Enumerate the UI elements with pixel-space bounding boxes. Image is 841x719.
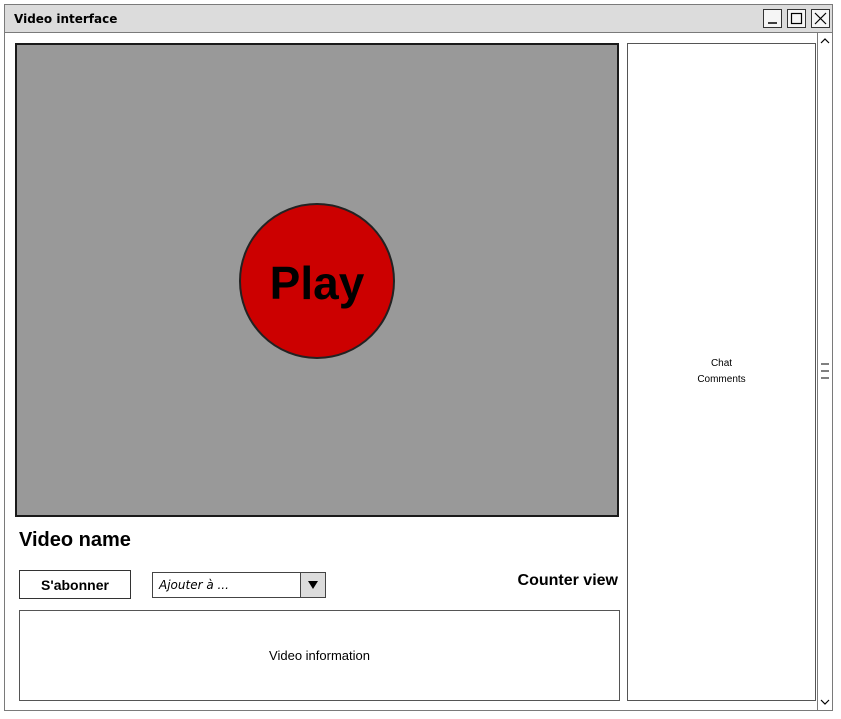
chat-comments-panel[interactable]: Chat Comments xyxy=(627,43,816,701)
maximize-icon xyxy=(790,12,803,25)
chevron-up-icon xyxy=(820,38,830,44)
subscribe-button[interactable]: S'abonner xyxy=(19,570,131,599)
maximize-button[interactable] xyxy=(787,9,806,28)
play-label: Play xyxy=(269,257,365,309)
scroll-up-button[interactable] xyxy=(818,35,832,47)
scroll-down-button[interactable] xyxy=(818,696,832,708)
app-window: Video interface Play Video name S'abonne… xyxy=(4,4,833,711)
close-icon xyxy=(814,12,827,25)
scrollbar-thumb[interactable] xyxy=(820,360,830,384)
chat-label: Chat xyxy=(710,358,733,369)
comments-label: Comments xyxy=(697,374,746,385)
add-to-dropdown[interactable]: Ajouter à ... xyxy=(152,572,326,598)
dropdown-arrow[interactable] xyxy=(300,573,325,597)
window-content: Play Video name S'abonner Ajouter à ... … xyxy=(5,33,832,710)
video-player[interactable]: Play xyxy=(15,43,619,517)
grip-lines-icon xyxy=(821,363,829,379)
chevron-down-icon xyxy=(820,699,830,705)
view-counter: Counter view xyxy=(517,572,618,589)
triangle-down-icon xyxy=(308,581,318,589)
video-title: Video name xyxy=(19,529,131,551)
window-title: Video interface xyxy=(14,12,118,26)
minimize-icon xyxy=(768,22,777,24)
play-button[interactable]: Play xyxy=(239,203,395,359)
add-to-selected-value: Ajouter à ... xyxy=(159,578,229,592)
video-information-text: Video information xyxy=(269,648,370,663)
close-button[interactable] xyxy=(811,9,830,28)
video-information-panel: Video information xyxy=(19,610,620,701)
minimize-button[interactable] xyxy=(763,9,782,28)
vertical-scrollbar[interactable] xyxy=(817,33,832,710)
title-bar: Video interface xyxy=(5,5,832,33)
